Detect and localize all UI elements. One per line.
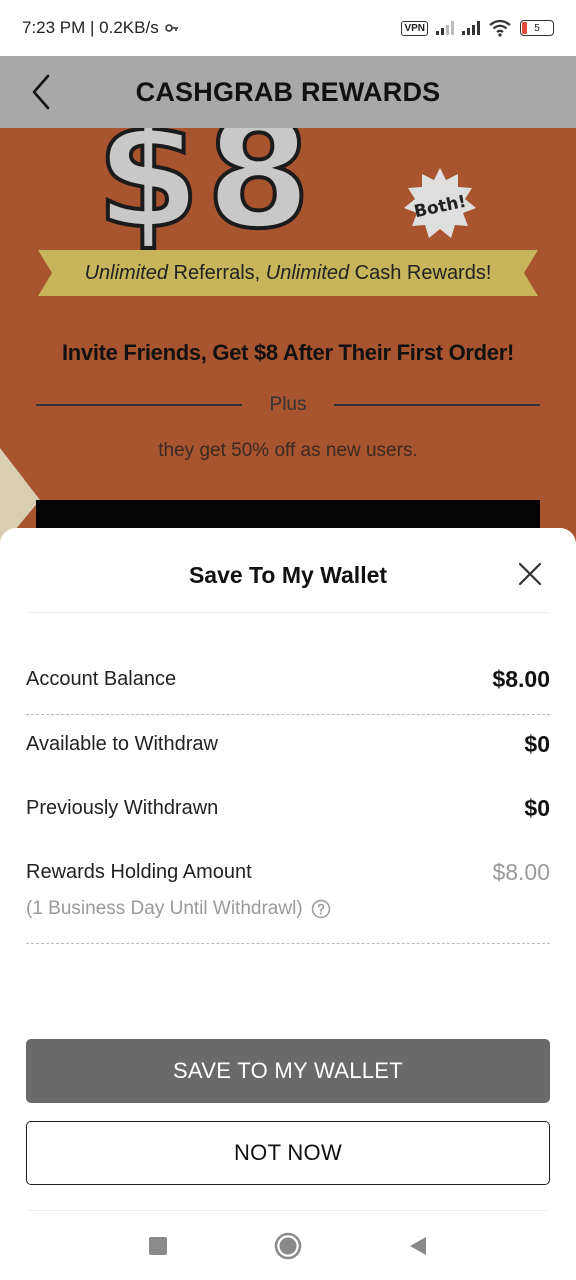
account-balance-row: Account Balance $8.00 [26, 666, 550, 693]
vpn-icon: VPN [401, 20, 428, 36]
close-icon[interactable] [514, 558, 546, 590]
page-title: CASHGRAB REWARDS [135, 76, 441, 107]
recents-button[interactable] [143, 1231, 173, 1261]
dashed-divider [26, 943, 550, 944]
promo-banner: $8 Both! Unlimited Referrals, Unlimited … [0, 128, 576, 548]
battery-icon: 5 [520, 20, 554, 36]
starburst-badge: Both! [404, 168, 476, 238]
previously-withdrawn-label: Previously Withdrawn [26, 797, 219, 819]
divider [28, 1210, 550, 1211]
wallet-sheet: Save To My Wallet Account Balance $8.00 … [0, 528, 576, 1280]
divider [28, 612, 550, 613]
save-to-wallet-button[interactable]: SAVE TO MY WALLET [26, 1039, 550, 1103]
plus-divider: Plus [36, 394, 540, 416]
holding-note-text: (1 Business Day Until Withdrawl) [26, 898, 303, 919]
ribbon-text: Unlimited Referrals, Unlimited Cash Rewa… [84, 261, 492, 284]
holding-amount-label: Rewards Holding Amount [26, 861, 252, 883]
plus-label: Plus [269, 394, 307, 415]
system-nav-bar [0, 1212, 576, 1280]
signal-icon [462, 21, 480, 35]
not-now-button[interactable]: NOT NOW [26, 1121, 550, 1185]
back-arrow-icon[interactable] [28, 70, 68, 114]
key-icon [164, 24, 178, 32]
back-triangle-icon [410, 1237, 426, 1255]
account-balance-label: Account Balance [26, 668, 177, 690]
status-bar: 7:23 PM | 0.2KB/s VPN 5 [0, 0, 576, 56]
home-button[interactable] [273, 1231, 303, 1261]
back-button[interactable] [403, 1231, 433, 1261]
help-icon[interactable] [311, 899, 331, 919]
square-icon [149, 1237, 167, 1255]
account-balance-value: $8.00 [492, 666, 550, 692]
invite-headline: Invite Friends, Get $8 After Their First… [61, 340, 515, 365]
holding-amount-row: Rewards Holding Amount $8.00 [26, 859, 550, 886]
status-time: 7:23 PM | 0.2KB/s [22, 18, 159, 37]
holding-amount-value: $8.00 [492, 859, 550, 885]
wifi-icon [489, 19, 511, 37]
previously-withdrawn-row: Previously Withdrawn $0 [26, 795, 550, 822]
promo-amount: $8 [94, 128, 317, 264]
promo-subtext: they get 50% off as new users. [158, 440, 418, 461]
available-withdraw-label: Available to Withdraw [26, 733, 218, 755]
sheet-title: Save To My Wallet [188, 562, 388, 588]
available-withdraw-row: Available to Withdraw $0 [26, 731, 550, 758]
previously-withdrawn-value: $0 [524, 795, 550, 821]
signal-icon [436, 21, 454, 35]
app-header: CASHGRAB REWARDS [0, 56, 576, 128]
available-withdraw-value: $0 [524, 731, 550, 757]
holding-note: (1 Business Day Until Withdrawl) [26, 898, 331, 920]
home-circle-icon [274, 1232, 302, 1260]
dashed-divider [26, 714, 550, 715]
